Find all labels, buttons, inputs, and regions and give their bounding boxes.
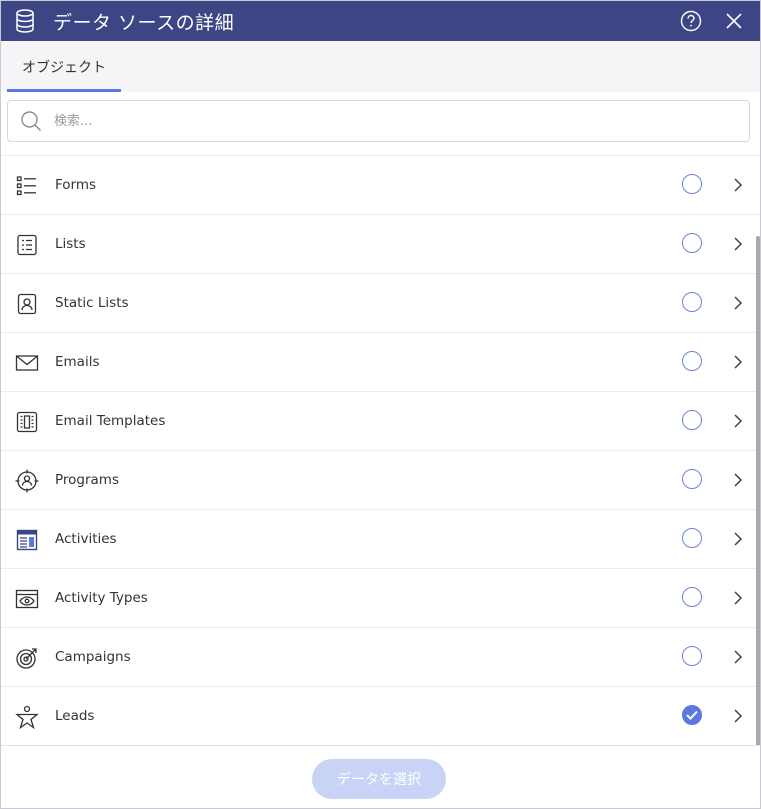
chevron-right-icon[interactable]	[733, 295, 743, 311]
title-bar: データ ソースの詳細	[1, 1, 760, 41]
dialog-footer: データを選択	[1, 745, 760, 808]
list-item-activity-types[interactable]: Activity Types	[1, 569, 760, 628]
forms-list-icon	[16, 176, 36, 196]
dialog-title: データ ソースの詳細	[53, 11, 235, 34]
list-item-leads[interactable]: Leads	[1, 687, 760, 746]
program-target-icon	[15, 469, 39, 493]
envelope-icon	[15, 355, 39, 371]
datasource-details-dialog: データ ソースの詳細 オブジェクト 検索... Forms Lists Stat…	[0, 0, 761, 809]
close-button[interactable]	[724, 11, 744, 31]
tab-objects[interactable]: オブジェクト	[7, 41, 121, 92]
email-template-icon	[16, 411, 38, 433]
help-circle-icon	[680, 10, 702, 32]
select-radio[interactable]	[682, 587, 702, 607]
list-doc-icon	[17, 234, 37, 256]
select-data-button[interactable]: データを選択	[312, 759, 446, 799]
chevron-right-icon[interactable]	[733, 472, 743, 488]
list-item-label: Campaigns	[55, 649, 131, 665]
list-item-forms[interactable]: Forms	[1, 156, 760, 215]
list-item-label: Static Lists	[55, 295, 129, 311]
list-scrollbar[interactable]	[756, 236, 760, 747]
chevron-right-icon[interactable]	[733, 708, 743, 724]
chevron-right-icon[interactable]	[733, 177, 743, 193]
checkmark-icon	[686, 710, 698, 720]
bullseye-icon	[16, 648, 37, 669]
tab-bar: オブジェクト	[1, 41, 760, 92]
select-radio[interactable]	[682, 174, 702, 194]
star-person-icon	[15, 705, 39, 729]
select-radio[interactable]	[682, 646, 702, 666]
list-item-emails[interactable]: Emails	[1, 333, 760, 392]
list-item-label: Lists	[55, 236, 86, 252]
list-item-label: Activity Types	[55, 590, 148, 606]
list-item-label: Activities	[55, 531, 117, 547]
list-item-lists[interactable]: Lists	[1, 215, 760, 274]
select-radio[interactable]	[682, 233, 702, 253]
list-item-label: Programs	[55, 472, 119, 488]
database-icon	[15, 8, 37, 34]
list-item-label: Leads	[55, 708, 95, 724]
select-radio[interactable]	[682, 528, 702, 548]
activities-icon	[16, 529, 38, 551]
select-radio[interactable]	[682, 410, 702, 430]
static-list-icon	[17, 293, 37, 315]
select-radio[interactable]	[682, 469, 702, 489]
list-item-static-lists[interactable]: Static Lists	[1, 274, 760, 333]
select-radio[interactable]	[682, 351, 702, 371]
chevron-right-icon[interactable]	[733, 590, 743, 606]
chevron-right-icon[interactable]	[733, 354, 743, 370]
active-tab-indicator	[7, 89, 121, 92]
chevron-right-icon[interactable]	[733, 531, 743, 547]
search-input[interactable]	[52, 112, 716, 130]
chevron-right-icon[interactable]	[733, 236, 743, 252]
select-radio-checked[interactable]	[682, 705, 702, 725]
help-button[interactable]	[680, 10, 702, 32]
chevron-right-icon[interactable]	[733, 413, 743, 429]
list-item-label: Forms	[55, 177, 97, 193]
list-item-email-templates[interactable]: Email Templates	[1, 392, 760, 451]
close-icon	[726, 13, 742, 29]
list-item-activities[interactable]: Activities	[1, 510, 760, 569]
select-radio[interactable]	[682, 292, 702, 312]
tab-objects-label: オブジェクト	[22, 59, 106, 76]
search-icon	[21, 111, 41, 131]
chevron-right-icon[interactable]	[733, 649, 743, 665]
list-item-programs[interactable]: Programs	[1, 451, 760, 510]
object-list: Forms Lists Static Lists Emails Email Te…	[1, 155, 760, 746]
list-item-campaigns[interactable]: Campaigns	[1, 628, 760, 687]
list-item-label: Email Templates	[55, 413, 166, 429]
search-box[interactable]	[7, 100, 750, 142]
eye-window-icon	[15, 589, 39, 609]
list-item-label: Emails	[55, 354, 100, 370]
